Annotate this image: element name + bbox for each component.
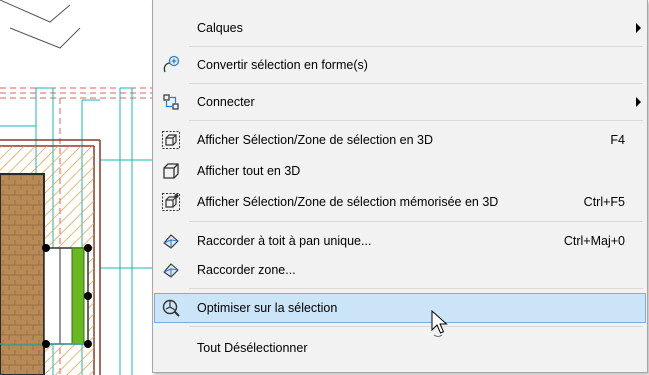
menu-item-shortcut: Ctrl+Maj+0 bbox=[563, 234, 625, 248]
show-all-3d-icon bbox=[163, 163, 179, 179]
menu-separator bbox=[189, 288, 643, 289]
menu-item-trim-zone[interactable]: Raccorder zone... bbox=[155, 256, 645, 284]
submenu-arrow-icon bbox=[636, 97, 641, 107]
trim-roof-icon bbox=[163, 234, 179, 249]
menu-item-show-stored-selection-3d[interactable]: Afficher Sélection/Zone de sélection mém… bbox=[155, 188, 645, 216]
brick-wall bbox=[0, 173, 45, 375]
menu-item-label: Convertir sélection en forme(s) bbox=[197, 58, 368, 72]
menu-item-deselect-all[interactable]: Tout Désélectionner bbox=[155, 334, 645, 362]
menu-item-label: Tout Désélectionner bbox=[197, 341, 308, 355]
convert-shape-icon bbox=[163, 55, 180, 73]
trim-zone-icon bbox=[163, 263, 179, 278]
menu-item-label: Raccorder zone... bbox=[197, 263, 296, 277]
menu-item-label: Optimiser sur la sélection bbox=[197, 301, 338, 315]
connect-icon bbox=[163, 94, 179, 110]
menu-item-show-all-3d[interactable]: Afficher tout en 3D bbox=[155, 157, 645, 185]
show-stored-selection-3d-icon bbox=[162, 193, 180, 211]
menu-item-label: Connecter bbox=[197, 95, 255, 109]
menu-item-optimize-selection[interactable]: Optimiser sur la sélection bbox=[154, 293, 646, 323]
menu-item-convert-selection[interactable]: Convertir sélection en forme(s) bbox=[155, 51, 645, 79]
sketch-lines bbox=[0, 0, 81, 49]
menu-item-show-selection-3d[interactable]: Afficher Sélection/Zone de sélection en … bbox=[155, 126, 645, 154]
submenu-arrow-icon bbox=[636, 23, 641, 33]
menu-separator bbox=[189, 120, 643, 121]
show-selection-3d-icon bbox=[162, 131, 180, 149]
mouse-pointer-icon bbox=[431, 310, 448, 337]
menu-item-label: Afficher tout en 3D bbox=[197, 164, 301, 178]
optimize-selection-icon bbox=[162, 299, 180, 317]
menu-item-connecter[interactable]: Connecter bbox=[155, 88, 645, 116]
context-menu: Calques Convertir sélection en forme(s) … bbox=[152, 0, 648, 373]
menu-item-calques[interactable]: Calques bbox=[155, 14, 645, 42]
menu-separator bbox=[189, 46, 643, 47]
menu-item-label: Afficher Sélection/Zone de sélection mém… bbox=[197, 195, 499, 209]
menu-item-trim-roof[interactable]: Raccorder à toit à pan unique... Ctrl+Ma… bbox=[155, 227, 645, 255]
menu-separator bbox=[189, 326, 643, 327]
menu-item-shortcut: F4 bbox=[610, 133, 625, 147]
menu-separator bbox=[189, 83, 643, 84]
menu-item-label: Raccorder à toit à pan unique... bbox=[197, 234, 372, 248]
menu-item-label: Afficher Sélection/Zone de sélection en … bbox=[197, 133, 434, 147]
menu-separator bbox=[189, 221, 643, 222]
menu-item-label: Calques bbox=[197, 21, 243, 35]
menu-item-shortcut: Ctrl+F5 bbox=[583, 195, 625, 209]
